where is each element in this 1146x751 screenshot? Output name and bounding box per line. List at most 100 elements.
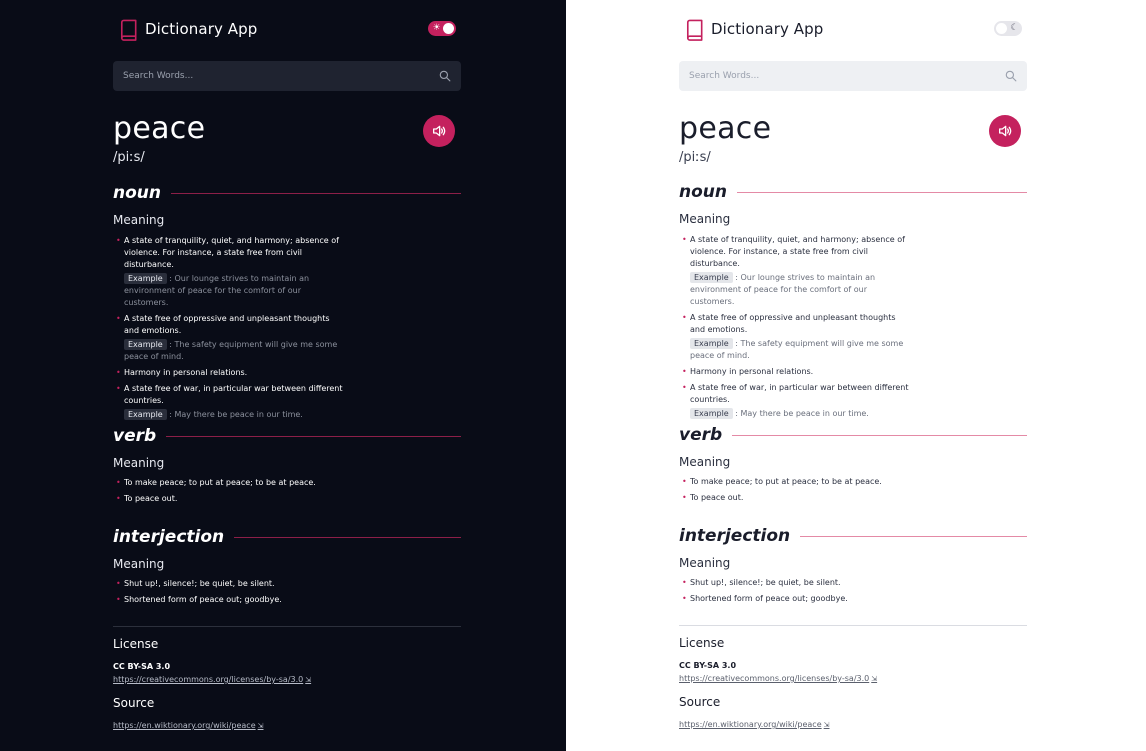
part-of-speech-verb: verb <box>113 424 461 448</box>
definition-item: To make peace; to put at peace; to be at… <box>113 477 345 489</box>
brand: Dictionary App <box>683 18 823 41</box>
definition-item: A state free of war, in particular war b… <box>113 383 345 407</box>
example: Example : The safety equipment will give… <box>679 338 911 362</box>
pos-label: interjection <box>679 526 791 546</box>
license-name: CC BY-SA 3.0 <box>113 662 171 671</box>
definition-item: Harmony in personal relations. <box>679 366 911 378</box>
definition-item: Shortened form of peace out; goodbye. <box>679 593 911 605</box>
divider-line <box>234 536 461 538</box>
example: Example : Our lounge strives to maintain… <box>679 272 911 308</box>
theme-toggle[interactable]: ☾ <box>994 21 1022 36</box>
definition-list: To make peace; to put at peace; to be at… <box>679 476 911 504</box>
pos-label: noun <box>113 183 161 203</box>
sun-icon: ☀ <box>432 23 441 33</box>
theme-toggle[interactable]: ☀ <box>428 21 456 36</box>
brand: Dictionary App <box>117 18 257 41</box>
definition-item: Shut up!, silence!; be quiet, be silent. <box>113 578 345 590</box>
definition-list: Shut up!, silence!; be quiet, be silent.… <box>679 577 911 605</box>
search-bar <box>679 61 1027 91</box>
search-bar <box>113 61 461 91</box>
source-link[interactable]: https://en.wiktionary.org/wiki/peace ⇲ <box>113 721 264 730</box>
search-input[interactable] <box>689 71 1005 81</box>
pos-label: verb <box>113 426 157 446</box>
example-tag: Example <box>690 408 733 419</box>
book-icon <box>120 19 137 41</box>
definition-item: A state free of oppressive and unpleasan… <box>679 312 911 336</box>
word-title: peace <box>679 111 772 146</box>
word-header: peace /piːs/ <box>113 112 461 172</box>
source-heading: Source <box>679 695 721 709</box>
divider-line <box>800 535 1027 537</box>
license-url[interactable]: https://creativecommons.org/licenses/by-… <box>679 674 869 683</box>
license-heading: License <box>113 637 159 651</box>
example: Example : May there be peace in our time… <box>679 408 911 420</box>
part-of-speech-noun: noun <box>113 181 461 205</box>
definition-item: Shut up!, silence!; be quiet, be silent. <box>679 577 911 589</box>
play-audio-button[interactable] <box>989 115 1021 147</box>
search-icon[interactable] <box>439 70 451 82</box>
app-title: Dictionary App <box>145 20 258 38</box>
definition-item: Harmony in personal relations. <box>113 367 345 379</box>
book-icon <box>686 19 703 41</box>
definition-item: To make peace; to put at peace; to be at… <box>679 476 911 488</box>
definition-item: To peace out. <box>113 493 345 505</box>
section-divider <box>113 626 461 627</box>
part-of-speech-verb: verb <box>679 423 1027 447</box>
example-tag: Example <box>690 272 733 283</box>
definition-item: To peace out. <box>679 492 911 504</box>
definition-list: To make peace; to put at peace; to be at… <box>113 477 345 505</box>
toggle-knob <box>996 23 1007 34</box>
part-of-speech-interjection: interjection <box>113 525 461 549</box>
dark-theme-panel: Dictionary App ☀ peace /piːs/ <box>0 0 566 751</box>
external-link-icon: ⇲ <box>257 722 264 730</box>
example-text: : May there be peace in our time. <box>735 409 869 418</box>
example-tag: Example <box>124 273 167 284</box>
source-link[interactable]: https://en.wiktionary.org/wiki/peace ⇲ <box>679 720 830 729</box>
definition-list: A state of tranquility, quiet, and harmo… <box>679 234 911 420</box>
example-text: : May there be peace in our time. <box>169 410 303 419</box>
divider-line <box>171 192 461 194</box>
external-link-icon: ⇲ <box>305 676 312 684</box>
definition-item: A state of tranquility, quiet, and harmo… <box>679 234 911 270</box>
license-heading: License <box>679 636 725 650</box>
section-divider <box>679 625 1027 626</box>
pos-label: noun <box>679 182 727 202</box>
external-link-icon: ⇲ <box>823 721 830 729</box>
meaning-heading: Meaning <box>679 556 731 570</box>
example-tag: Example <box>124 339 167 350</box>
license-url[interactable]: https://creativecommons.org/licenses/by-… <box>113 675 303 684</box>
pos-label: interjection <box>113 527 225 547</box>
meaning-heading: Meaning <box>679 212 731 226</box>
play-audio-button[interactable] <box>423 115 455 147</box>
moon-icon: ☾ <box>1010 23 1019 33</box>
definition-item: Shortened form of peace out; goodbye. <box>113 594 345 606</box>
phonetic: /piːs/ <box>679 150 711 165</box>
license-link[interactable]: https://creativecommons.org/licenses/by-… <box>113 675 311 684</box>
header: Dictionary App ☾ <box>683 15 1027 43</box>
part-of-speech-noun: noun <box>679 180 1027 204</box>
definition-list: A state of tranquility, quiet, and harmo… <box>113 235 345 421</box>
meaning-heading: Meaning <box>113 456 165 470</box>
pos-label: verb <box>679 425 723 445</box>
search-input[interactable] <box>123 71 439 81</box>
example: Example : Our lounge strives to maintain… <box>113 273 345 309</box>
header: Dictionary App ☀ <box>117 15 461 43</box>
license-link[interactable]: https://creativecommons.org/licenses/by-… <box>679 674 877 683</box>
toggle-knob <box>443 23 454 34</box>
definition-item: A state free of oppressive and unpleasan… <box>113 313 345 337</box>
divider-line <box>732 434 1027 436</box>
meaning-heading: Meaning <box>113 213 165 227</box>
example: Example : The safety equipment will give… <box>113 339 345 363</box>
word-header: peace /piːs/ <box>679 112 1027 172</box>
divider-line <box>737 191 1027 193</box>
definition-item: A state of tranquility, quiet, and harmo… <box>113 235 345 271</box>
definition-list: Shut up!, silence!; be quiet, be silent.… <box>113 578 345 606</box>
meaning-heading: Meaning <box>113 557 165 571</box>
source-url[interactable]: https://en.wiktionary.org/wiki/peace <box>113 721 256 730</box>
external-link-icon: ⇲ <box>871 675 878 683</box>
search-icon[interactable] <box>1005 70 1017 82</box>
phonetic: /piːs/ <box>113 150 145 165</box>
source-heading: Source <box>113 696 155 710</box>
example-tag: Example <box>124 409 167 420</box>
source-url[interactable]: https://en.wiktionary.org/wiki/peace <box>679 720 822 729</box>
